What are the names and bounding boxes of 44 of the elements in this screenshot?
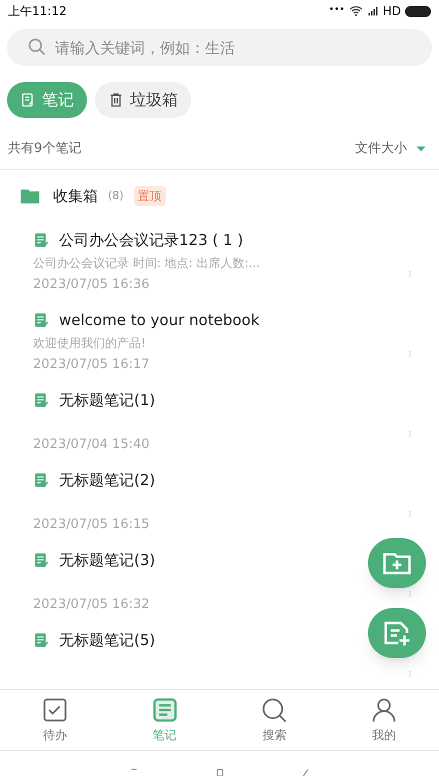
sort-dropdown[interactable]: 文件大小 — [355, 138, 431, 158]
network-label: HD — [382, 3, 401, 20]
note-icon — [33, 632, 50, 648]
folder-count: (8) — [108, 188, 124, 204]
search-icon — [260, 696, 288, 724]
note-title[interactable]: 无标题笔记(5) — [59, 628, 156, 652]
note-icon — [33, 392, 50, 408]
nav-tab[interactable]: 搜索 — [220, 690, 330, 750]
pin-badge: 置顶 — [134, 186, 166, 206]
nav-tab[interactable]: 我的 — [329, 690, 439, 750]
search-field[interactable]: 请输入关键词，例如：生活 — [7, 29, 432, 66]
status-time: 上午11:12 — [8, 3, 67, 20]
note-preview: 欢迎使用我们的产品! — [33, 336, 146, 350]
note-date: 2023/07/05 16:36 — [33, 276, 150, 294]
status-dots: ••• — [328, 4, 345, 18]
checkbox-icon — [40, 696, 69, 724]
search-icon — [27, 37, 47, 57]
signal-icon — [366, 5, 379, 17]
tab[interactable]: 垃圾箱 — [95, 82, 191, 118]
battery-icon — [405, 6, 431, 16]
note-date: 2023/07/05 16:17 — [33, 356, 150, 374]
note-icon — [33, 472, 50, 488]
note-date: 2023/07/05 16:32 — [33, 596, 150, 614]
note-count: 共有9个笔记 — [8, 140, 82, 158]
note-title[interactable]: 无标题笔记(1) — [59, 388, 156, 412]
wifi-icon — [348, 4, 363, 18]
list-icon — [150, 696, 179, 724]
note-title[interactable]: 公司办公会议记录123 ( 1 ) — [59, 228, 244, 252]
note-icon — [20, 92, 36, 108]
note-date: 2023/07/04 15:40 — [33, 436, 150, 454]
note-icon — [33, 232, 50, 248]
new-folder-button[interactable] — [368, 538, 426, 588]
note-title[interactable]: 无标题笔记(2) — [59, 468, 156, 492]
note-title[interactable]: welcome to your notebook — [59, 308, 260, 332]
person-icon — [370, 696, 398, 724]
trash-icon — [108, 92, 124, 108]
folder-name: 收集箱 — [53, 186, 98, 207]
note-title[interactable]: 无标题笔记(3) — [59, 548, 156, 572]
new-note-button[interactable] — [368, 608, 426, 658]
note-icon — [33, 312, 50, 328]
nav-tab[interactable]: 待办 — [0, 690, 110, 750]
note-date: 2023/07/05 16:15 — [33, 516, 150, 534]
note-preview: 公司办公会议记录 时间: 地点: 出席人数:... — [33, 256, 260, 270]
note-icon — [33, 552, 50, 568]
